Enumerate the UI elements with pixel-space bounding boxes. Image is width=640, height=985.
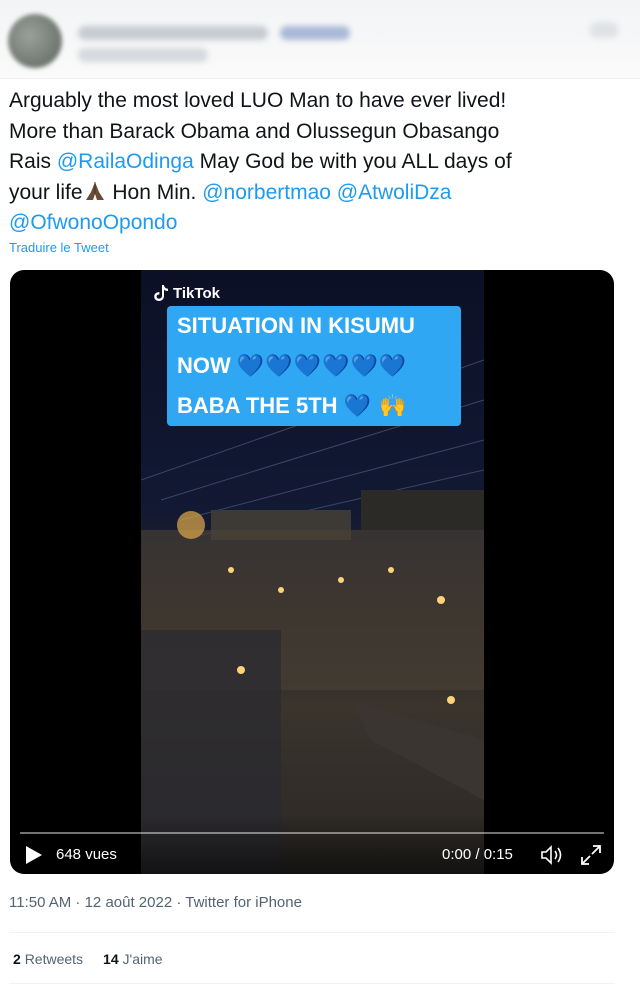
author-badge-blurred <box>280 26 350 40</box>
likes-count: 14 <box>103 951 119 967</box>
building <box>361 490 484 530</box>
tweet-line: More than Barack Obama and Olussegun Oba… <box>9 117 629 148</box>
volume-icon[interactable] <box>540 844 564 866</box>
likes-stat[interactable]: 14 J'aime <box>103 951 163 967</box>
torch-light <box>237 666 245 674</box>
translate-tweet-link[interactable]: Traduire le Tweet <box>9 240 109 255</box>
raising-hands-emoji-icon: 💙 🙌 <box>343 393 408 418</box>
caption-line: BABA THE 5TH 💙 🙌 <box>167 386 461 426</box>
tweet-text: Arguably the most loved LUO Man to have … <box>9 86 629 239</box>
tweet-stats: 2 Retweets 14 J'aime <box>13 951 163 967</box>
folded-hands-emoji-icon <box>85 181 104 200</box>
caption-text: BABA THE 5TH <box>177 393 338 418</box>
tweet-timestamp[interactable]: 11:50 AM · 12 août 2022 · Twitter for iP… <box>9 894 302 911</box>
author-name-blurred <box>78 26 268 40</box>
avatar[interactable] <box>8 14 62 68</box>
tiktok-brand-label: TikTok <box>173 284 220 302</box>
tweet-text-segment: Rais <box>9 150 57 173</box>
author-handle-blurred <box>78 48 208 62</box>
tiktok-note-icon <box>154 285 168 301</box>
caption-text: SITUATION IN KISUMU <box>177 313 415 338</box>
torch-light <box>447 696 455 704</box>
video-caption: SITUATION IN KISUMU NOW 💙💙💙💙💙💙 BABA THE … <box>167 306 461 426</box>
view-count: 648 vues <box>56 846 117 863</box>
tweet-text-segment: Hon Min. <box>106 180 203 204</box>
tweet-author-header <box>0 0 640 79</box>
divider <box>9 932 615 933</box>
tweet-text-segment: More than Barack Obama and Olussegun Oba… <box>9 119 500 143</box>
more-options-icon[interactable] <box>590 22 618 38</box>
tweet-text-segment: your life <box>9 180 83 204</box>
mention-link-norbertmao[interactable]: @norbertmao <box>202 181 331 204</box>
video-time: 0:00 / 0:15 <box>442 846 513 863</box>
tiktok-logo: TikTok <box>153 284 220 302</box>
torch-light <box>338 577 344 583</box>
caption-line: NOW 💙💙💙💙💙💙 <box>167 346 461 386</box>
retweets-stat[interactable]: 2 Retweets <box>13 951 83 967</box>
torch-light <box>437 596 445 604</box>
torch-light <box>228 567 234 573</box>
retweets-count: 2 <box>13 951 21 967</box>
caption-line: SITUATION IN KISUMU <box>167 306 461 346</box>
torch-light <box>278 587 284 593</box>
retweets-label: Retweets <box>24 951 84 967</box>
video-controls: 648 vues 0:00 / 0:15 <box>10 814 614 874</box>
caption-text: NOW <box>177 353 231 378</box>
progress-bar[interactable] <box>20 832 604 834</box>
torch-light <box>177 511 205 539</box>
video-frame[interactable]: TikTok SITUATION IN KISUMU NOW 💙💙💙💙💙💙 BA… <box>141 270 484 874</box>
mention-link-railaodinga[interactable]: @RailaOdinga <box>57 150 194 173</box>
video-player[interactable]: TikTok SITUATION IN KISUMU NOW 💙💙💙💙💙💙 BA… <box>10 270 614 874</box>
tweet-line: @OfwonoOpondo <box>9 208 629 239</box>
tweet-text-segment: May God be with you ALL days of <box>193 150 512 173</box>
mention-link-ofwonoopondo[interactable]: @OfwonoOpondo <box>9 211 177 234</box>
divider <box>9 983 615 984</box>
fullscreen-icon[interactable] <box>580 844 602 866</box>
mention-link-atwolidza[interactable]: @AtwoliDza <box>337 181 452 204</box>
road-curb <box>351 700 484 800</box>
tweet-line: Arguably the most loved LUO Man to have … <box>9 86 629 117</box>
tweet-text-segment: Arguably the most loved LUO Man to have … <box>9 89 507 112</box>
likes-label: J'aime <box>122 951 163 967</box>
tweet-line: Rais @RailaOdinga May God be with you AL… <box>9 147 629 178</box>
torch-light <box>388 567 394 573</box>
tweet-line: your life Hon Min. @norbertmao @AtwoliDz… <box>9 178 629 209</box>
blue-heart-emoji-icon: 💙💙💙💙💙💙 <box>236 353 408 378</box>
play-icon[interactable] <box>24 844 44 866</box>
